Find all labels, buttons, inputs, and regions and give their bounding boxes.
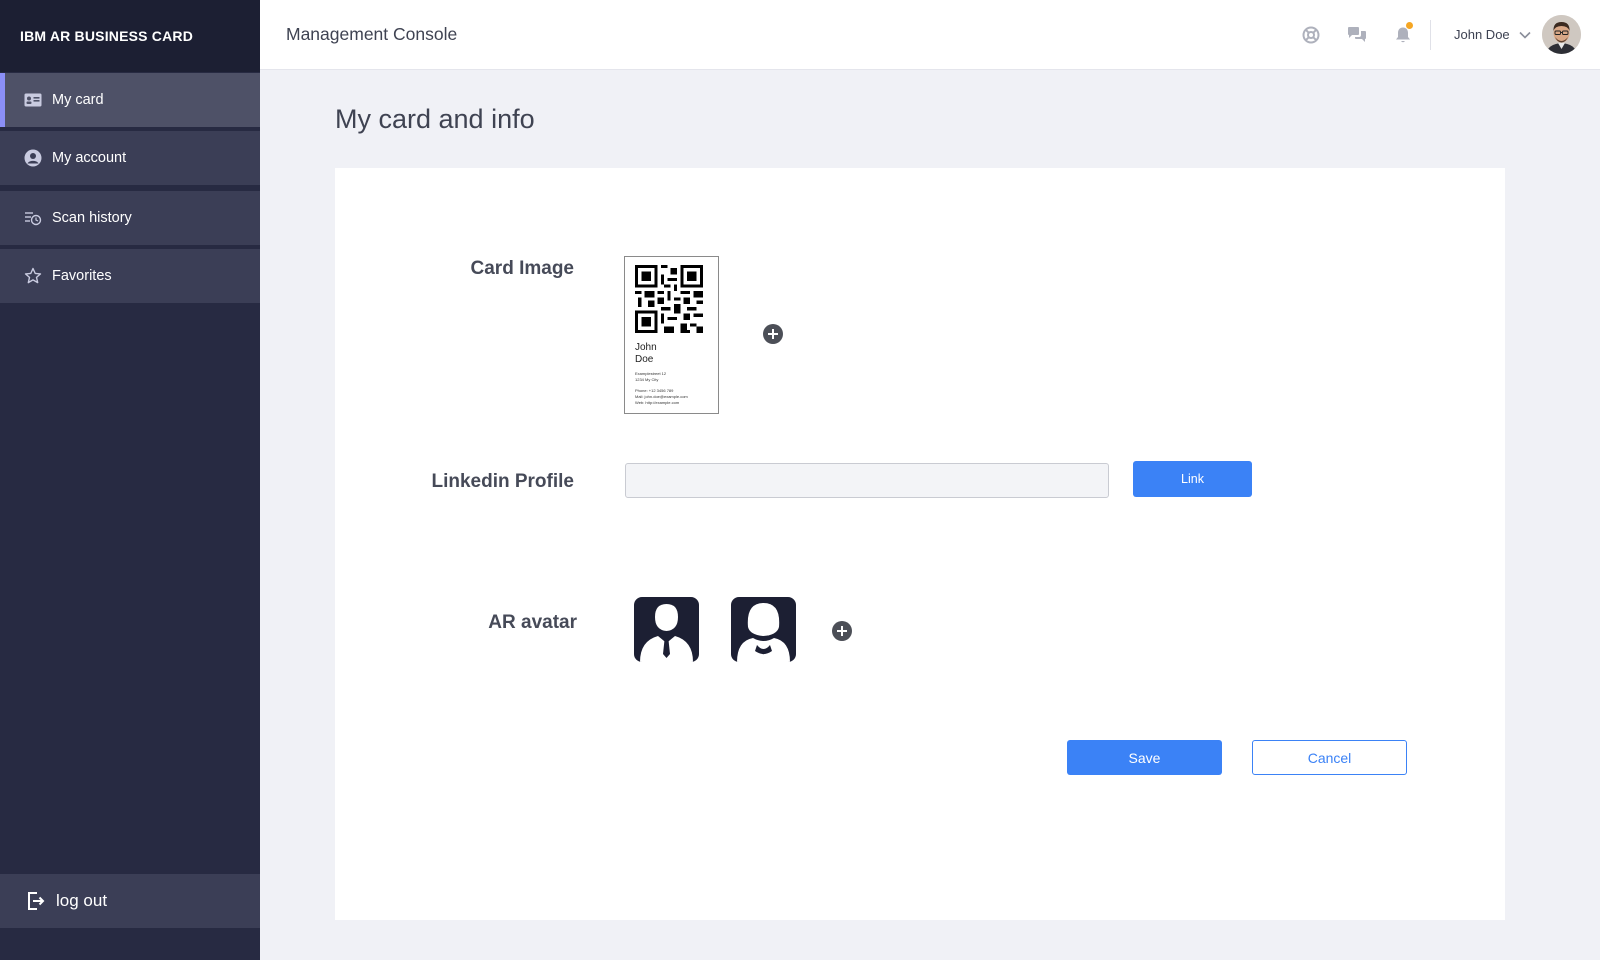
logout-label: log out xyxy=(56,891,108,910)
card-address-line2: 1234 My City xyxy=(635,377,659,382)
business-card-image[interactable]: John Doe Examplestreet 12 1234 My City P… xyxy=(624,256,719,414)
top-header: Management Console John Doe xyxy=(260,0,1600,70)
card-info-panel xyxy=(335,168,1505,920)
ar-avatar-label: AR avatar xyxy=(488,612,577,633)
history-icon xyxy=(24,209,42,227)
star-icon xyxy=(24,267,42,285)
female-avatar-icon[interactable] xyxy=(731,597,796,662)
sidebar-item-favorites[interactable]: Favorites xyxy=(0,249,260,303)
card-last-name: Doe xyxy=(635,354,654,365)
chevron-down-icon[interactable] xyxy=(1518,28,1532,42)
male-avatar-icon[interactable] xyxy=(634,597,699,662)
plus-icon xyxy=(768,329,778,339)
linkedin-input[interactable] xyxy=(625,463,1109,498)
linkedin-label: Linkedin Profile xyxy=(431,471,574,492)
page-title: My card and info xyxy=(335,104,535,134)
user-circle-icon xyxy=(24,149,42,167)
save-button[interactable]: Save xyxy=(1067,740,1222,775)
sidebar-item-label: My account xyxy=(52,150,127,166)
help-icon[interactable] xyxy=(1300,24,1322,46)
bell-icon[interactable] xyxy=(1392,22,1414,46)
add-card-image-button[interactable] xyxy=(763,324,783,344)
user-name[interactable]: John Doe xyxy=(1454,27,1510,42)
plus-icon xyxy=(837,626,847,636)
sidebar-item-label: Favorites xyxy=(52,268,112,284)
qr-code-icon xyxy=(635,265,708,338)
card-web: Web: http://example.com xyxy=(635,400,680,405)
link-button[interactable]: Link xyxy=(1133,461,1252,497)
sidebar: IBM AR BUSINESS CARD My card My account … xyxy=(0,0,260,960)
cancel-button[interactable]: Cancel xyxy=(1252,740,1407,775)
sidebar-item-label: Scan history xyxy=(52,210,132,226)
logout-button[interactable]: log out xyxy=(0,874,260,928)
card-first-name: John xyxy=(635,342,657,353)
chat-icon[interactable] xyxy=(1346,24,1368,46)
sidebar-item-scan-history[interactable]: Scan history xyxy=(0,191,260,245)
user-avatar[interactable] xyxy=(1542,15,1581,54)
id-card-icon xyxy=(24,91,42,109)
sidebar-item-my-account[interactable]: My account xyxy=(0,131,260,185)
card-image-label: Card Image xyxy=(470,258,574,279)
notification-dot xyxy=(1406,22,1413,29)
brand-title: IBM AR BUSINESS CARD xyxy=(0,0,260,72)
sidebar-item-label: My card xyxy=(52,92,104,108)
console-title: Management Console xyxy=(286,24,458,44)
header-divider xyxy=(1430,20,1431,50)
sidebar-item-my-card[interactable]: My card xyxy=(0,73,260,127)
add-ar-avatar-button[interactable] xyxy=(832,621,852,641)
logout-icon xyxy=(26,891,46,911)
